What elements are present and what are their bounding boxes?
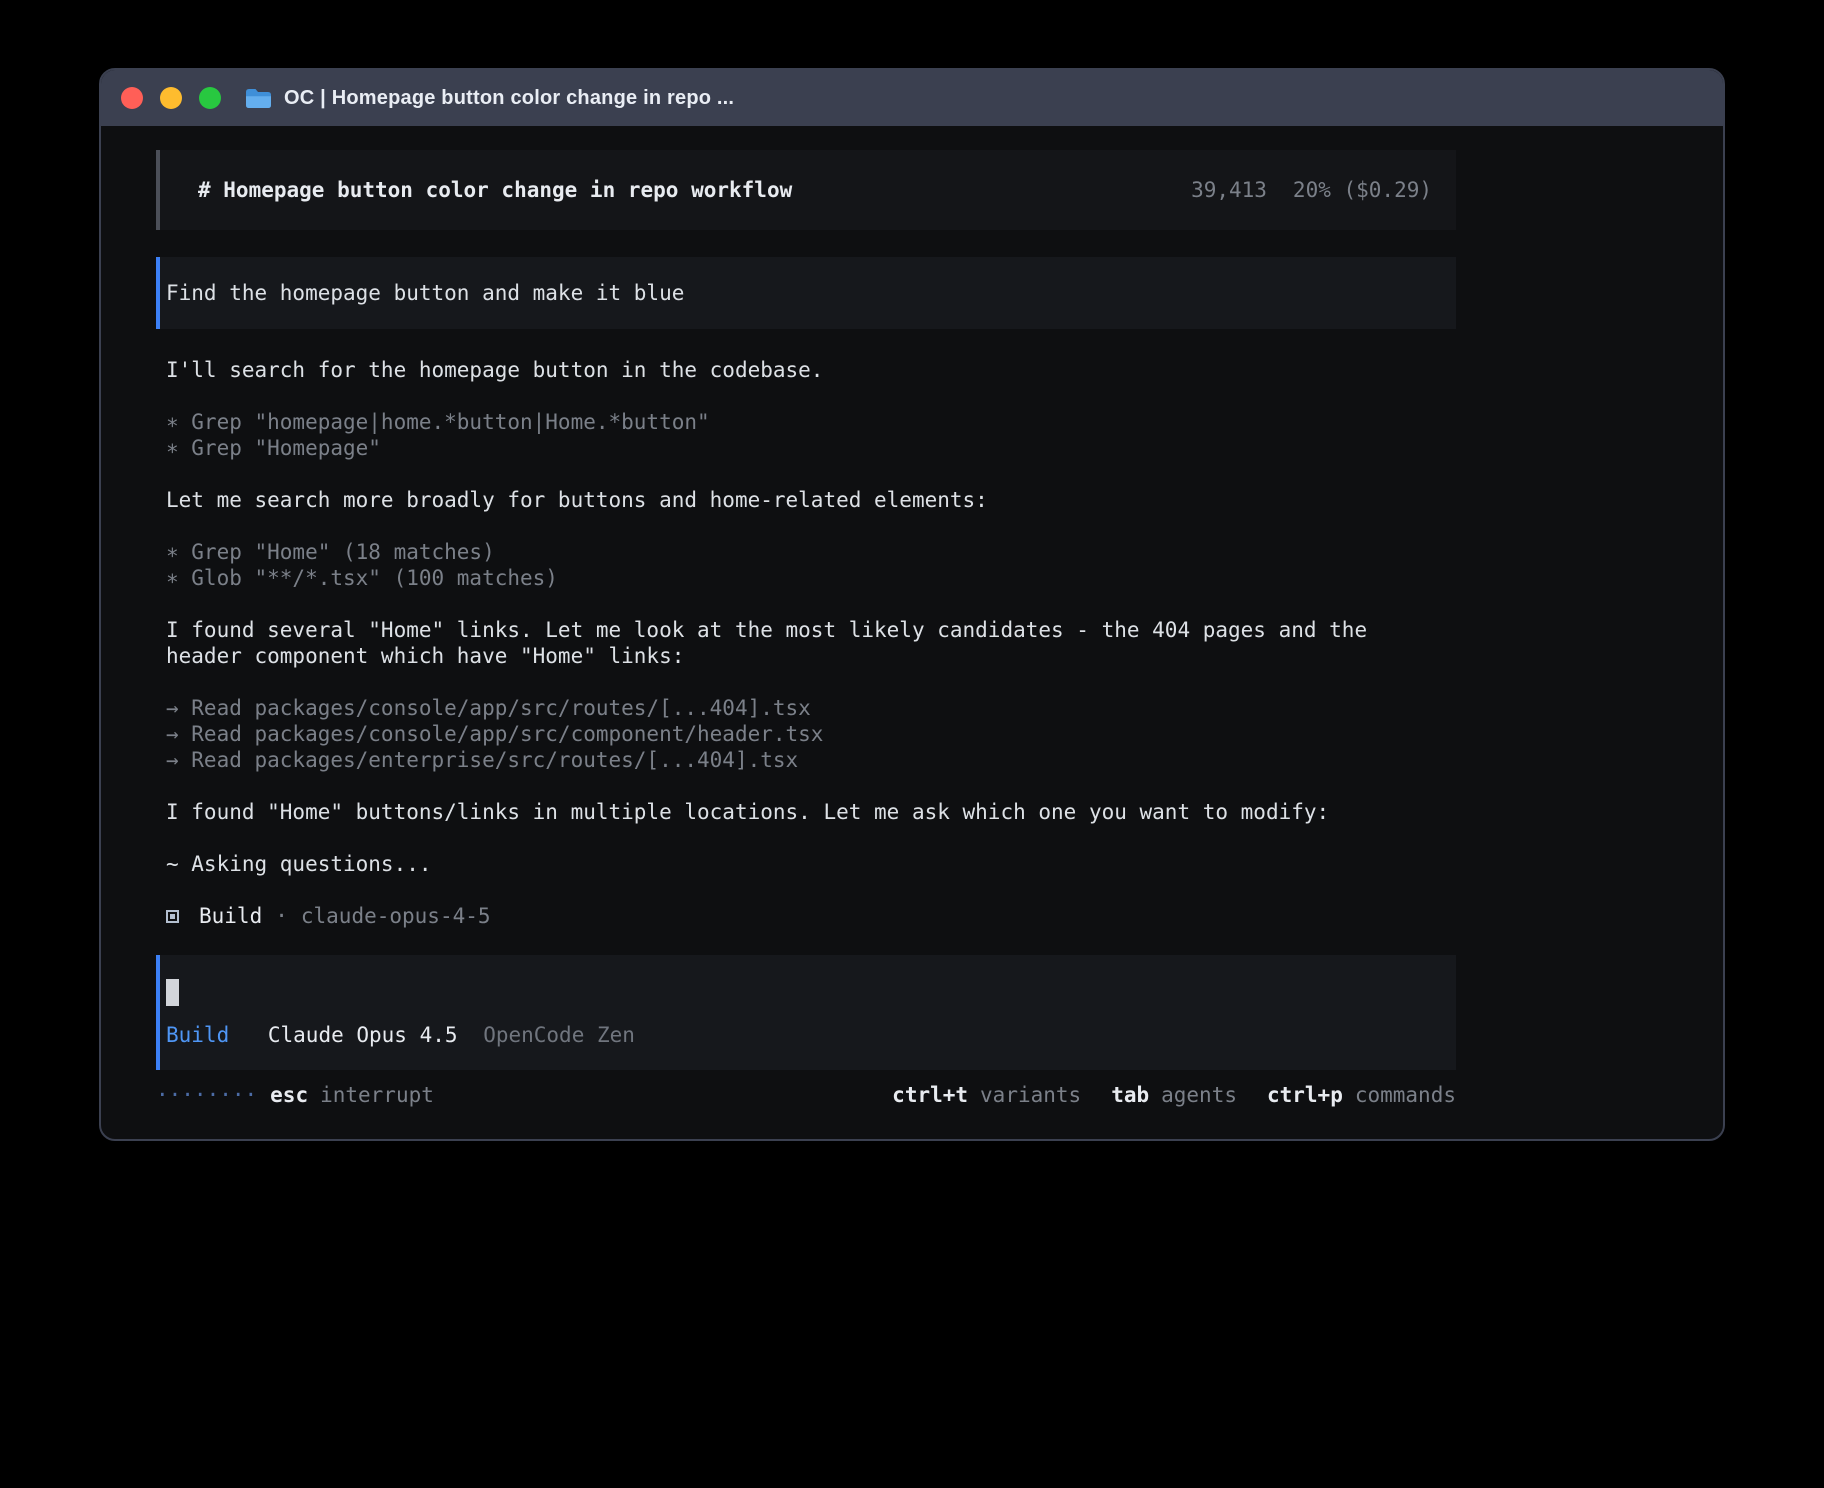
key-ctrl-t: ctrl+t <box>892 1083 968 1107</box>
tool-call-grep: ∗ Grep "homepage|home.*button|Home.*butt… <box>166 409 1416 435</box>
status-bar: ········ esc interrupt ctrl+t variants tab… <box>156 1082 1456 1108</box>
input-meta: Build Claude Opus 4.5 OpenCode Zen <box>166 1022 1456 1048</box>
context-cost: 20% ($0.29) <box>1293 178 1432 202</box>
agent-status: Build · claude-opus-4-5 <box>166 903 1416 929</box>
session-title: # Homepage button color change in repo w… <box>198 178 792 202</box>
terminal-content: # Homepage button color change in repo w… <box>101 126 1723 1108</box>
window-titlebar[interactable]: OC | Homepage button color change in rep… <box>101 70 1723 126</box>
key-esc: esc <box>270 1083 308 1107</box>
session-header: # Homepage button color change in repo w… <box>156 150 1456 230</box>
tool-call-read: → Read packages/console/app/src/componen… <box>166 721 1416 747</box>
agent-name: Build <box>199 903 262 929</box>
folder-icon <box>245 88 272 109</box>
tool-call-glob: ∗ Glob "**/*.tsx" (100 matches) <box>166 565 1416 591</box>
tool-call-grep: ∗ Grep "Homepage" <box>166 435 1416 461</box>
desktop: OC | Homepage button color change in rep… <box>0 0 1824 1488</box>
status-bar-right: ctrl+t variants tab agents ctrl+p commands <box>892 1082 1456 1108</box>
window-title: OC | Homepage button color change in rep… <box>284 87 734 110</box>
agent-model: claude-opus-4-5 <box>301 903 491 929</box>
traffic-lights <box>121 87 221 109</box>
zoom-button[interactable] <box>199 87 221 109</box>
spinner-dots: ········ <box>156 1082 257 1108</box>
text-cursor <box>166 979 179 1006</box>
close-button[interactable] <box>121 87 143 109</box>
hint-interrupt: esc interrupt <box>270 1082 434 1108</box>
user-message-text: Find the homepage button and make it blu… <box>166 281 684 305</box>
mode-label: Build <box>166 1023 229 1047</box>
hint-commands: ctrl+p commands <box>1267 1082 1456 1108</box>
label-interrupt: interrupt <box>320 1083 434 1107</box>
tool-call-read: → Read packages/console/app/src/routes/[… <box>166 695 1416 721</box>
assistant-text: Let me search more broadly for buttons a… <box>166 487 1416 513</box>
key-tab: tab <box>1111 1083 1149 1107</box>
label-commands: commands <box>1355 1083 1456 1107</box>
assistant-text: I found "Home" buttons/links in multiple… <box>166 799 1416 825</box>
agent-square-icon <box>166 910 179 923</box>
tool-call-read: → Read packages/enterprise/src/routes/[.… <box>166 747 1416 773</box>
assistant-status-text: ~ Asking questions... <box>166 851 1416 877</box>
token-count: 39,413 <box>1191 178 1267 202</box>
assistant-text: I found several "Home" links. Let me loo… <box>166 617 1416 669</box>
session-stats: 39,413 20% ($0.29) <box>1191 178 1432 202</box>
terminal-window: OC | Homepage button color change in rep… <box>99 68 1725 1141</box>
assistant-text: I'll search for the homepage button in t… <box>166 357 1416 383</box>
model-label: Claude Opus 4.5 <box>268 1023 458 1047</box>
label-variants: variants <box>980 1083 1081 1107</box>
key-ctrl-p: ctrl+p <box>1267 1083 1343 1107</box>
label-agents: agents <box>1161 1083 1237 1107</box>
hint-variants: ctrl+t variants <box>892 1082 1081 1108</box>
separator-dot: · <box>275 903 288 929</box>
tool-call-grep: ∗ Grep "Home" (18 matches) <box>166 539 1416 565</box>
user-message: Find the homepage button and make it blu… <box>156 257 1456 329</box>
provider-label: OpenCode Zen <box>483 1023 635 1047</box>
minimize-button[interactable] <box>160 87 182 109</box>
transcript: I'll search for the homepage button in t… <box>156 357 1416 929</box>
prompt-input[interactable]: Build Claude Opus 4.5 OpenCode Zen <box>156 955 1456 1070</box>
hint-agents: tab agents <box>1111 1082 1237 1108</box>
status-bar-left: ········ esc interrupt <box>156 1082 434 1108</box>
